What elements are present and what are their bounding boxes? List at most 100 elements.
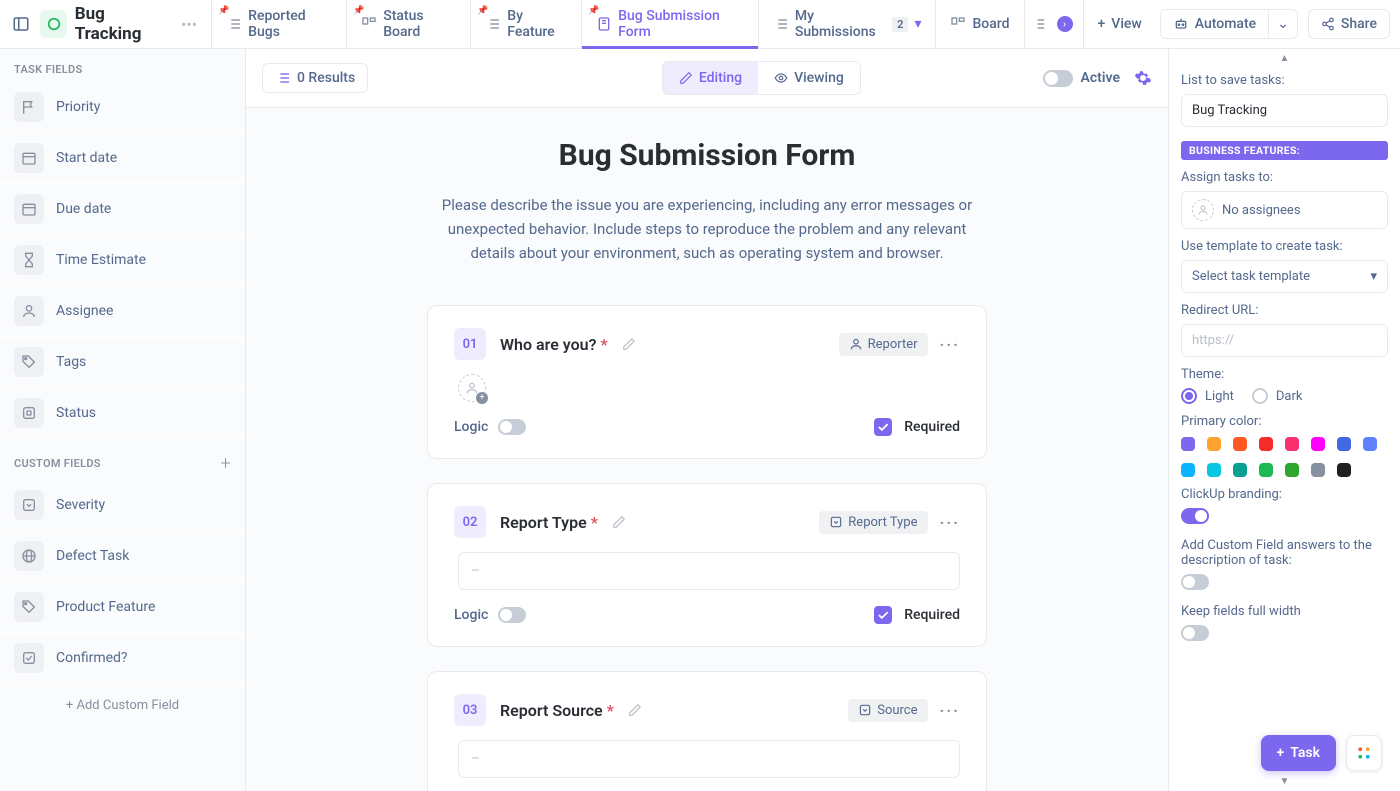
- list-icon: [773, 16, 789, 32]
- share-button[interactable]: Share: [1308, 9, 1390, 39]
- fullwidth-toggle[interactable]: [1181, 625, 1209, 641]
- list-menu-button[interactable]: •••: [177, 15, 201, 34]
- field-item-severity[interactable]: Severity: [0, 480, 245, 531]
- theme-label: Theme:: [1181, 367, 1388, 382]
- redirect-url-input[interactable]: [1181, 324, 1388, 357]
- color-swatch[interactable]: [1285, 463, 1299, 477]
- color-swatch[interactable]: [1181, 463, 1195, 477]
- tab-reported-bugs[interactable]: 📌 Reported Bugs: [211, 0, 346, 49]
- list-save-input[interactable]: [1181, 94, 1388, 127]
- required-checkbox[interactable]: [874, 418, 892, 436]
- top-nav: Bug Tracking ••• 📌 Reported Bugs 📌 Statu…: [0, 0, 1400, 49]
- field-item-time-estimate[interactable]: Time Estimate: [0, 235, 245, 286]
- automate-dropdown-button[interactable]: ⌄: [1269, 9, 1298, 39]
- field-item-status[interactable]: Status: [0, 388, 245, 439]
- question-card-1[interactable]: 01 Who are you? * Reporter ···: [427, 305, 987, 459]
- question-more-button[interactable]: ···: [940, 335, 960, 354]
- color-swatch[interactable]: [1207, 463, 1221, 477]
- field-item-due-date[interactable]: Due date: [0, 184, 245, 235]
- pencil-icon[interactable]: [612, 515, 626, 529]
- person-icon: [21, 303, 37, 319]
- field-tag[interactable]: Report Type: [819, 511, 927, 534]
- hourglass-icon: [21, 252, 37, 268]
- person-plus-icon: [1192, 199, 1214, 221]
- field-item-start-date[interactable]: Start date: [0, 133, 245, 184]
- color-swatch[interactable]: [1259, 437, 1273, 451]
- form-canvas[interactable]: Bug Submission Form Please describe the …: [246, 108, 1168, 791]
- color-swatch[interactable]: [1233, 463, 1247, 477]
- list-logo: [40, 10, 66, 38]
- color-swatch[interactable]: [1311, 437, 1325, 451]
- tab-my-submissions[interactable]: My Submissions 2 ▾: [758, 0, 936, 49]
- list-save-label: List to save tasks:: [1181, 73, 1388, 88]
- color-swatch[interactable]: [1311, 463, 1325, 477]
- question-card-2[interactable]: 02 Report Type * Report Type ··· –: [427, 483, 987, 647]
- tab-bug-submission-form[interactable]: 📌 Bug Submission Form: [581, 0, 758, 49]
- editing-mode-button[interactable]: Editing: [663, 62, 758, 94]
- dropdown-icon: [21, 497, 37, 513]
- field-item-assignee[interactable]: Assignee: [0, 286, 245, 337]
- form-icon: [596, 16, 612, 32]
- new-task-fab[interactable]: + Task: [1261, 735, 1336, 771]
- color-swatch[interactable]: [1285, 437, 1299, 451]
- add-custom-field-plus-button[interactable]: +: [221, 453, 231, 474]
- color-swatch[interactable]: [1207, 437, 1221, 451]
- template-value: Select task template: [1192, 269, 1310, 284]
- question-more-button[interactable]: ···: [940, 513, 960, 532]
- field-item-defect-task[interactable]: Defect Task: [0, 531, 245, 582]
- template-select[interactable]: Select task template ▾: [1181, 260, 1388, 293]
- dropdown-placeholder[interactable]: –: [458, 552, 960, 590]
- question-title[interactable]: Who are you? *: [500, 335, 608, 354]
- field-item-priority[interactable]: Priority: [0, 82, 245, 133]
- tab-status-board[interactable]: 📌 Status Board: [346, 0, 470, 49]
- field-tag[interactable]: Reporter: [839, 333, 928, 356]
- tab-board[interactable]: Board: [935, 0, 1023, 49]
- color-swatch[interactable]: [1233, 437, 1247, 451]
- branding-toggle[interactable]: [1181, 508, 1209, 524]
- logic-toggle[interactable]: [498, 419, 526, 435]
- field-item-confirmed[interactable]: Confirmed?: [0, 633, 245, 684]
- apps-fab[interactable]: [1346, 735, 1382, 771]
- color-swatch[interactable]: [1259, 463, 1273, 477]
- pencil-icon[interactable]: [628, 703, 642, 717]
- tab-overflow[interactable]: ›: [1024, 0, 1083, 49]
- assignee-placeholder[interactable]: [458, 374, 486, 402]
- viewing-mode-button[interactable]: Viewing: [758, 62, 860, 94]
- form-description[interactable]: Please describe the issue you are experi…: [427, 193, 987, 265]
- pencil-icon[interactable]: [622, 337, 636, 351]
- field-item-tags[interactable]: Tags: [0, 337, 245, 388]
- add-custom-field-button[interactable]: + Add Custom Field: [0, 684, 245, 727]
- color-swatch[interactable]: [1337, 463, 1351, 477]
- question-more-button[interactable]: ···: [940, 701, 960, 720]
- active-toggle[interactable]: [1043, 70, 1073, 87]
- cf-desc-toggle[interactable]: [1181, 574, 1209, 590]
- list-title[interactable]: Bug Tracking: [75, 4, 169, 44]
- theme-dark-radio[interactable]: [1252, 388, 1268, 404]
- chevron-down-icon: ▾: [914, 16, 921, 32]
- automate-label: Automate: [1195, 16, 1256, 32]
- automate-button[interactable]: Automate: [1160, 9, 1269, 39]
- color-swatch[interactable]: [1337, 437, 1351, 451]
- field-item-product-feature[interactable]: Product Feature: [0, 582, 245, 633]
- question-card-3[interactable]: 03 Report Source * Source ··· –: [427, 671, 987, 791]
- scroll-up-indicator[interactable]: ▲: [1280, 53, 1290, 64]
- question-title[interactable]: Report Type *: [500, 513, 598, 532]
- required-checkbox[interactable]: [874, 606, 892, 624]
- assign-tasks-input[interactable]: No assignees: [1181, 191, 1388, 229]
- logic-toggle[interactable]: [498, 607, 526, 623]
- results-button[interactable]: 0 Results: [262, 63, 368, 93]
- tab-by-feature[interactable]: 📌 By Feature: [470, 0, 581, 49]
- field-label: Product Feature: [56, 599, 155, 615]
- field-tag[interactable]: Source: [848, 699, 927, 722]
- theme-light-radio[interactable]: [1181, 388, 1197, 404]
- dropdown-placeholder[interactable]: –: [458, 740, 960, 778]
- gear-icon[interactable]: [1134, 69, 1152, 87]
- scroll-down-indicator[interactable]: ▼: [1280, 776, 1290, 787]
- sidebar-collapse-button[interactable]: [10, 12, 32, 36]
- form-title[interactable]: Bug Submission Form: [246, 138, 1168, 173]
- color-swatch[interactable]: [1363, 437, 1377, 451]
- question-title[interactable]: Report Source *: [500, 701, 614, 720]
- color-swatch[interactable]: [1181, 437, 1195, 451]
- question-number: 01: [454, 328, 486, 360]
- add-view-button[interactable]: + View: [1083, 0, 1156, 49]
